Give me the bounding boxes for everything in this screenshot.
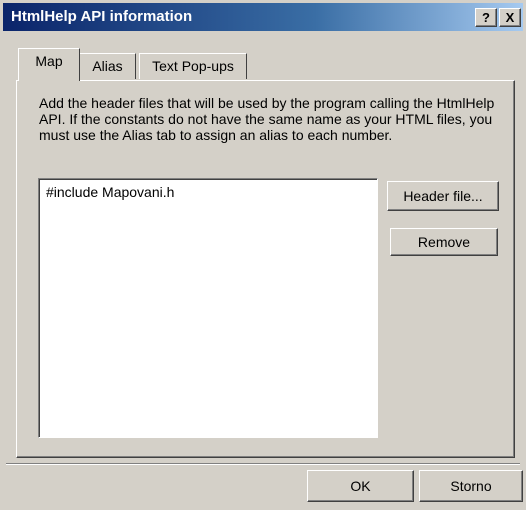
title-bar[interactable]: HtmlHelp API information ? X <box>3 3 523 31</box>
tab-alias[interactable]: Alias <box>79 53 136 79</box>
close-button[interactable]: X <box>499 8 521 27</box>
list-item[interactable]: #include Mapovani.h <box>46 184 174 200</box>
tab-map-label: Map <box>35 53 63 69</box>
map-description: Add the header files that will be used b… <box>39 95 495 143</box>
tab-text-popups[interactable]: Text Pop-ups <box>139 53 247 79</box>
map-tab-panel: Add the header files that will be used b… <box>16 80 515 458</box>
help-button[interactable]: ? <box>475 8 497 27</box>
footer-separator <box>6 463 520 465</box>
tab-alias-label: Alias <box>92 58 123 74</box>
window-title: HtmlHelp API information <box>11 8 193 25</box>
htmlhelp-api-dialog: HtmlHelp API information ? X Map Alias T… <box>0 0 526 510</box>
tab-map[interactable]: Map <box>18 48 80 81</box>
header-files-list[interactable]: #include Mapovani.h <box>38 178 378 438</box>
header-file-button[interactable]: Header file... <box>387 181 499 211</box>
remove-button[interactable]: Remove <box>390 228 498 256</box>
question-mark-icon: ? <box>482 10 490 25</box>
ok-button[interactable]: OK <box>307 470 414 502</box>
close-icon: X <box>505 10 515 25</box>
cancel-button[interactable]: Storno <box>419 470 523 502</box>
tab-text-popups-label: Text Pop-ups <box>152 58 234 74</box>
